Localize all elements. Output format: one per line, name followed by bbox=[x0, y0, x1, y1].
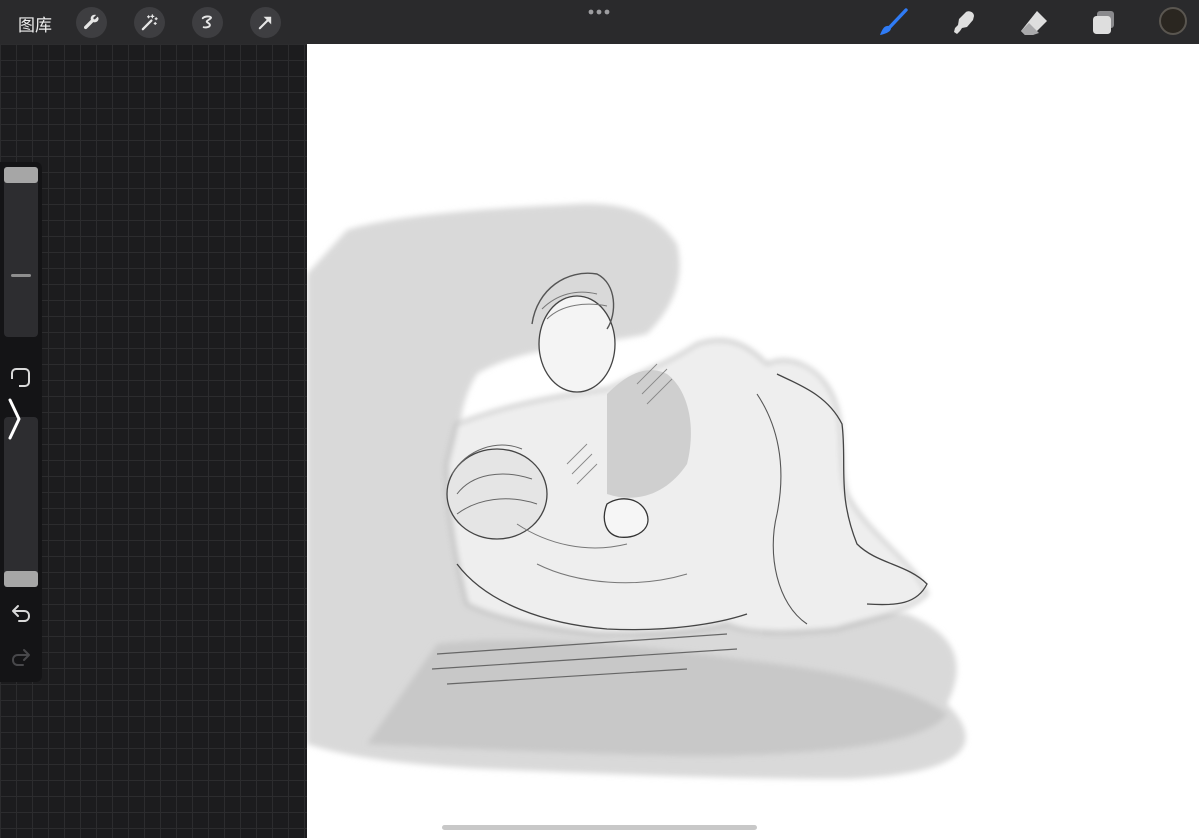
actions-button[interactable] bbox=[76, 7, 107, 38]
brush-size-marker bbox=[11, 274, 31, 277]
chevron-right-icon[interactable] bbox=[7, 398, 23, 440]
drawing-canvas[interactable] bbox=[307, 44, 1199, 838]
undo-icon[interactable] bbox=[10, 602, 32, 624]
gallery-button[interactable]: 图库 bbox=[18, 11, 52, 36]
layers-icon[interactable] bbox=[1088, 6, 1122, 40]
home-indicator bbox=[442, 825, 757, 830]
magic-wand-icon bbox=[141, 14, 158, 31]
brush-size-slider[interactable] bbox=[4, 167, 38, 337]
redo-icon[interactable] bbox=[10, 646, 32, 668]
more-dots-icon[interactable] bbox=[587, 8, 611, 16]
selection-icon bbox=[201, 15, 212, 29]
transform-button[interactable] bbox=[250, 7, 281, 38]
smudge-icon[interactable] bbox=[947, 6, 981, 40]
workspace-background bbox=[0, 44, 307, 838]
brush-opacity-thumb[interactable] bbox=[4, 571, 38, 587]
color-picker-swatch[interactable] bbox=[1159, 7, 1187, 35]
brush-size-thumb[interactable] bbox=[4, 167, 38, 183]
selection-button[interactable] bbox=[192, 7, 223, 38]
transform-arrow-icon bbox=[258, 16, 272, 30]
eraser-icon[interactable] bbox=[1017, 6, 1051, 40]
brush-icon[interactable] bbox=[877, 6, 911, 40]
sketch-artwork bbox=[307, 203, 966, 779]
adjustments-button[interactable] bbox=[134, 7, 165, 38]
modify-button[interactable] bbox=[10, 366, 32, 388]
top-toolbar: 图库 bbox=[0, 0, 1199, 44]
wrench-icon bbox=[83, 14, 99, 30]
brush-opacity-slider[interactable] bbox=[4, 417, 38, 587]
